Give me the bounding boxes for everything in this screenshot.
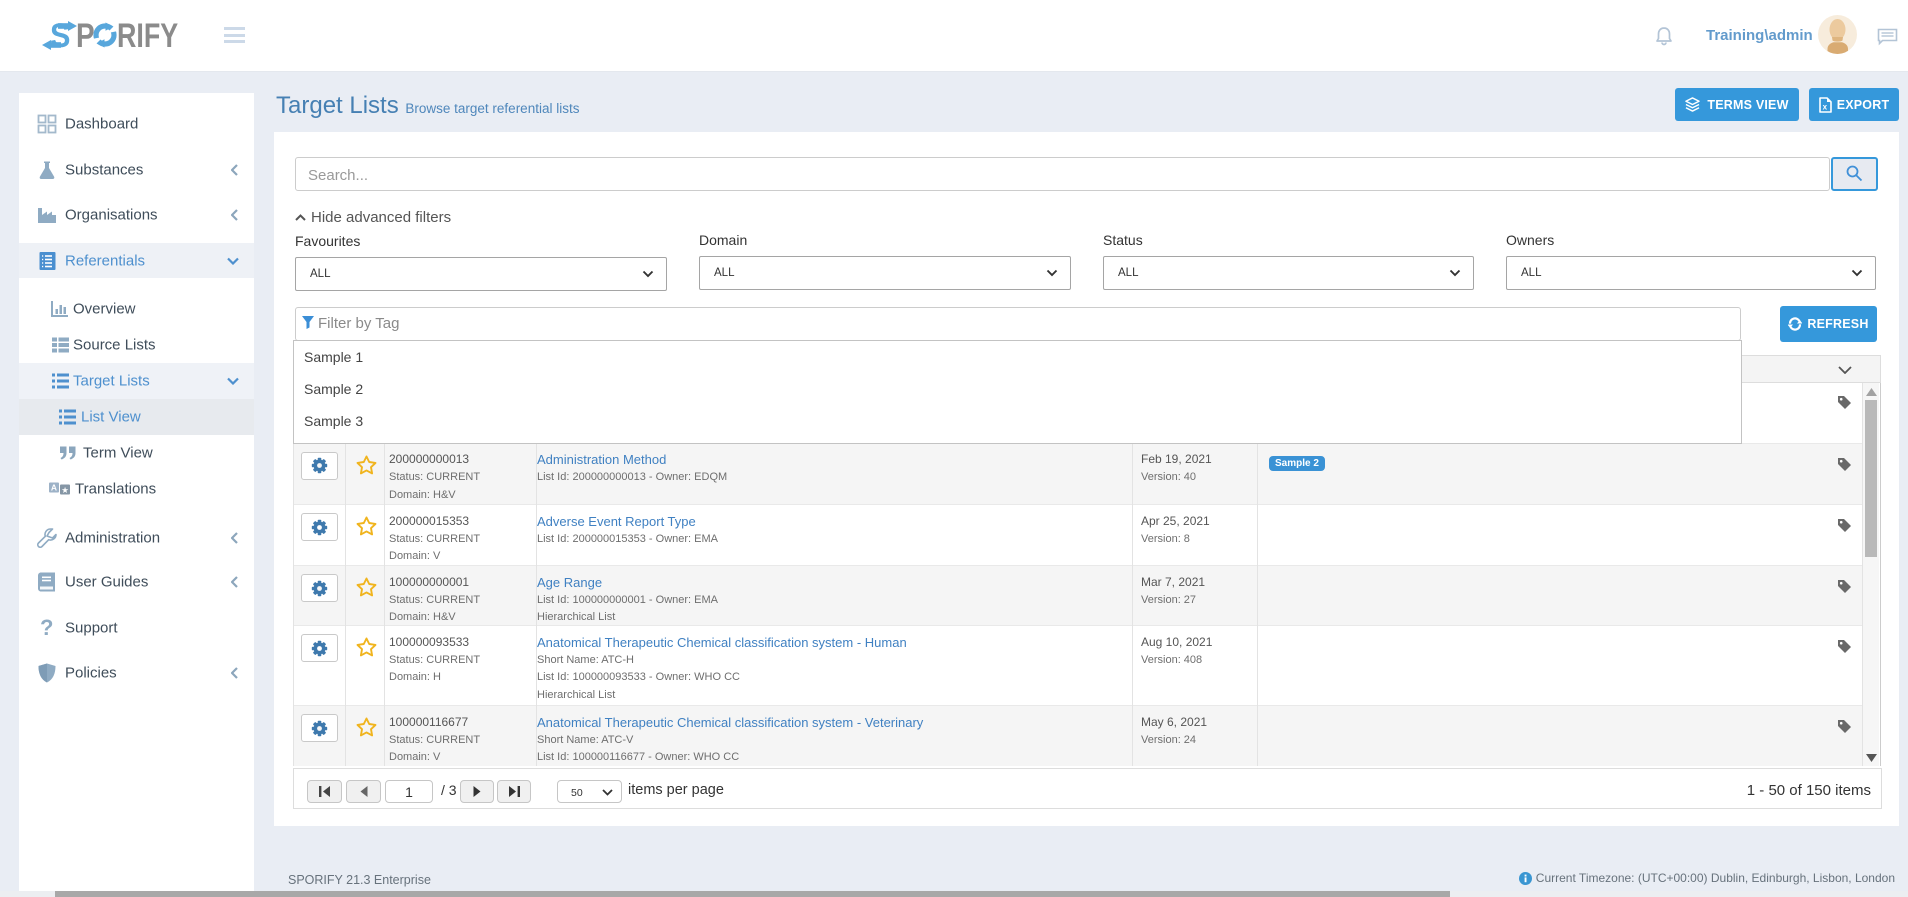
svg-text:x: x	[1822, 102, 1827, 111]
svg-text:★: ★	[61, 485, 69, 495]
svg-text:A: A	[51, 483, 57, 493]
